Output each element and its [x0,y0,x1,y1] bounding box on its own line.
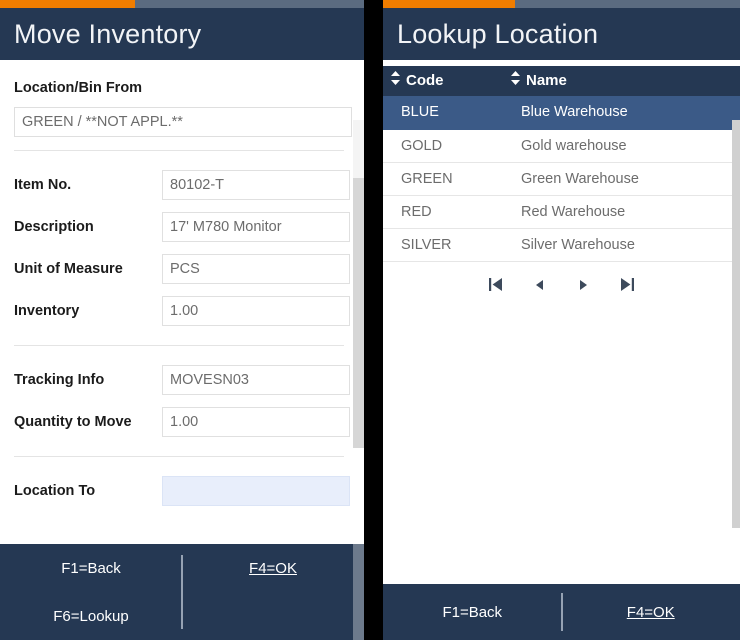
quantity-to-move-label: Quantity to Move [14,414,132,430]
column-header-name[interactable]: Name [503,66,740,96]
inventory-label: Inventory [14,303,80,319]
unit-of-measure-label: Unit of Measure [14,261,123,277]
item-no-field[interactable]: 80102-T [162,170,350,200]
location-bin-from-field[interactable]: GREEN / **NOT APPL.** [14,107,352,137]
lookup-progress-bar [383,0,740,8]
location-to-field[interactable] [162,476,350,506]
cell-code: GOLD [383,129,503,163]
lookup-footer-divider [561,593,563,631]
lookup-page-title: Lookup Location [397,18,599,49]
table-pagination [383,264,740,306]
lookup-location-panel: Lookup Location Code Name BLUE Blue Ware… [383,0,740,640]
form-divider-bottom [14,456,344,457]
tracking-info-label: Tracking Info [14,372,105,388]
cell-name: Silver Warehouse [503,228,740,262]
form-divider-middle [14,345,344,346]
form-scrollbar[interactable] [353,120,364,448]
form-divider-top [14,150,344,151]
lookup-titlebar: Lookup Location [383,8,740,60]
table-row[interactable]: GREEN Green Warehouse [383,162,740,196]
field-row-location-to: Location To [14,470,350,512]
description-field[interactable]: 17' M780 Monitor [162,212,350,242]
sort-updown-icon[interactable] [511,71,520,89]
move-inventory-form: Location/Bin From GREEN / **NOT APPL.** … [0,60,364,544]
lookup-f1-back-button[interactable]: F1=Back [383,605,562,620]
column-header-code[interactable]: Code [383,66,503,96]
f4-ok-button[interactable]: F4=OK [182,561,364,576]
lookup-footer: F1=Back F4=OK [383,584,740,640]
tracking-info-field[interactable]: MOVESN03 [162,365,350,395]
move-inventory-footer: F1=Back F4=OK F6=Lookup [0,544,364,640]
field-row-tracking-info: Tracking Info MOVESN03 [14,359,350,401]
cell-name: Blue Warehouse [503,96,740,130]
next-page-icon[interactable] [575,276,593,294]
last-page-icon[interactable] [619,276,637,294]
first-page-icon[interactable] [487,276,505,294]
field-row-description: Description 17' M780 Monitor [14,206,350,248]
unit-of-measure-field[interactable]: PCS [162,254,350,284]
location-lookup-table: Code Name BLUE Blue Warehouse GOLD Gold … [383,66,740,262]
footer-divider [181,555,183,629]
cell-code: GREEN [383,162,503,196]
column-header-code-label: Code [406,71,444,89]
cell-code: SILVER [383,228,503,262]
page-title: Move Inventory [14,18,202,49]
item-no-label: Item No. [14,177,72,193]
lookup-scrollbar[interactable] [732,120,740,528]
lookup-f4-ok-button[interactable]: F4=OK [562,605,740,620]
cell-code: RED [383,195,503,229]
field-row-unit-of-measure: Unit of Measure PCS [14,248,350,290]
location-bin-from-label: Location/Bin From [14,80,143,96]
table-row[interactable]: GOLD Gold warehouse [383,129,740,163]
progress-bar [0,0,364,8]
move-inventory-panel: Move Inventory Location/Bin From GREEN /… [0,0,364,640]
inventory-field[interactable]: 1.00 [162,296,350,326]
move-inventory-titlebar: Move Inventory [0,8,364,60]
column-header-name-label: Name [526,71,567,89]
field-row-inventory: Inventory 1.00 [14,290,350,332]
footer-scrollbar-stub[interactable] [353,544,364,640]
cell-name: Gold warehouse [503,129,740,163]
lookup-table-container: Code Name BLUE Blue Warehouse GOLD Gold … [383,60,740,584]
progress-bar-fill [0,0,135,8]
table-row[interactable]: BLUE Blue Warehouse [383,96,740,130]
table-row[interactable]: RED Red Warehouse [383,195,740,229]
field-row-quantity-to-move: Quantity to Move 1.00 [14,401,350,443]
cell-name: Green Warehouse [503,162,740,196]
f6-lookup-button[interactable]: F6=Lookup [0,609,182,624]
sort-updown-icon[interactable] [391,71,400,89]
f1-back-button[interactable]: F1=Back [0,561,182,576]
table-row[interactable]: SILVER Silver Warehouse [383,228,740,262]
location-to-label: Location To [14,483,96,499]
form-scrollbar-thumb[interactable] [353,120,364,178]
table-head: Code Name [383,66,740,96]
field-row-item-no: Item No. 80102-T [14,164,350,206]
cell-code: BLUE [383,96,503,130]
lookup-progress-bar-fill [383,0,516,8]
description-label: Description [14,219,94,235]
previous-page-icon[interactable] [531,276,549,294]
table-body-rows: BLUE Blue Warehouse GOLD Gold warehouse … [383,96,740,262]
cell-name: Red Warehouse [503,195,740,229]
quantity-to-move-field[interactable]: 1.00 [162,407,350,437]
table-header-row: Code Name [383,66,740,96]
